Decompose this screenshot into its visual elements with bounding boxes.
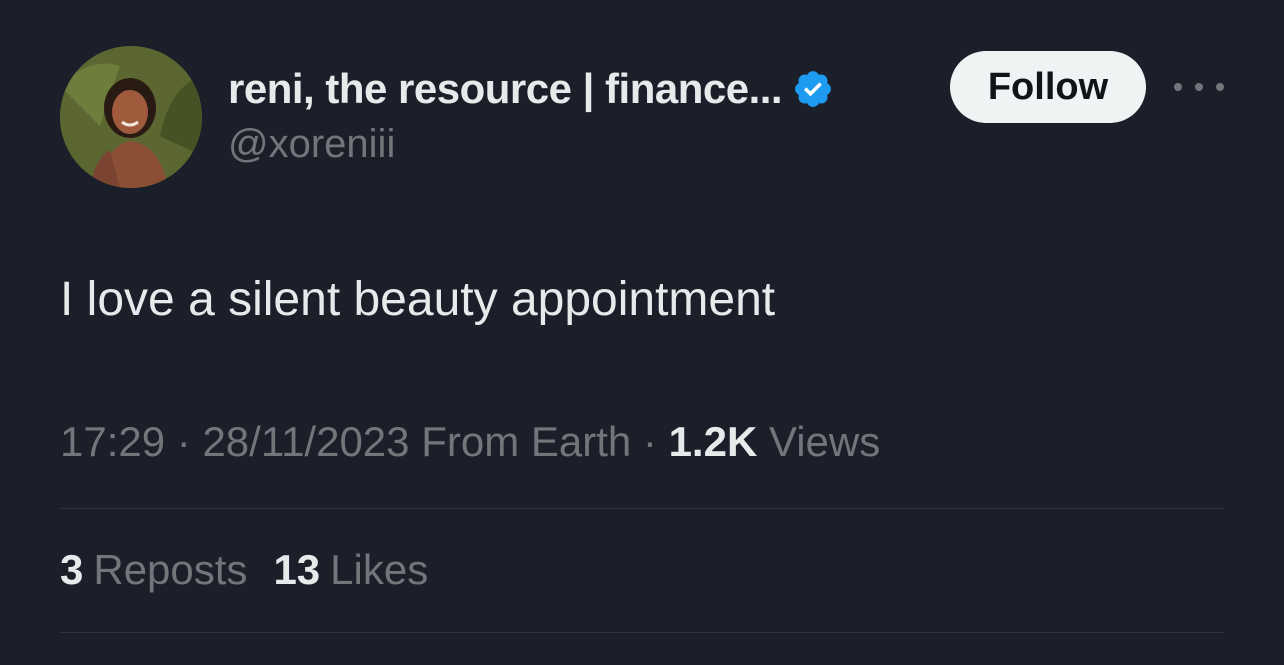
tweet-date[interactable]: 28/11/2023: [202, 418, 409, 465]
tweet-meta: 17:29 · 28/11/2023 From Earth · 1.2K Vie…: [60, 418, 880, 466]
meta-separator: ·: [165, 418, 203, 465]
divider: [60, 632, 1224, 633]
follow-button[interactable]: Follow: [950, 51, 1146, 123]
reposts-label: Reposts: [93, 546, 248, 593]
engagement-stats: 3 Reposts 13 Likes: [60, 546, 428, 594]
verified-badge-icon[interactable]: [792, 68, 834, 110]
more-dot: [1216, 83, 1224, 91]
more-dot: [1195, 83, 1203, 91]
meta-separator: ·: [631, 418, 669, 465]
likes-stat[interactable]: 13 Likes: [273, 546, 428, 594]
avatar[interactable]: [60, 46, 202, 188]
reposts-stat[interactable]: 3 Reposts: [60, 546, 247, 594]
views-count[interactable]: 1.2K: [669, 418, 758, 465]
tweet-card: reni, the resource | finance... @xorenii…: [0, 0, 1284, 665]
reposts-count: 3: [60, 546, 84, 593]
author-display-name[interactable]: reni, the resource | finance...: [228, 65, 783, 113]
author-handle[interactable]: @xoreniii: [228, 122, 395, 167]
tweet-text: I love a silent beauty appointment: [60, 273, 776, 326]
profile-photo-icon: [60, 46, 202, 188]
more-horizontal-icon[interactable]: [1174, 72, 1224, 102]
tweet-time[interactable]: 17:29: [60, 418, 165, 465]
author-name-row[interactable]: reni, the resource | finance...: [228, 62, 834, 116]
likes-label: Likes: [330, 546, 429, 593]
views-label[interactable]: Views: [757, 418, 880, 465]
likes-count: 13: [273, 546, 321, 593]
tweet-source: From Earth: [409, 418, 632, 465]
more-dot: [1174, 83, 1182, 91]
divider: [60, 508, 1224, 509]
